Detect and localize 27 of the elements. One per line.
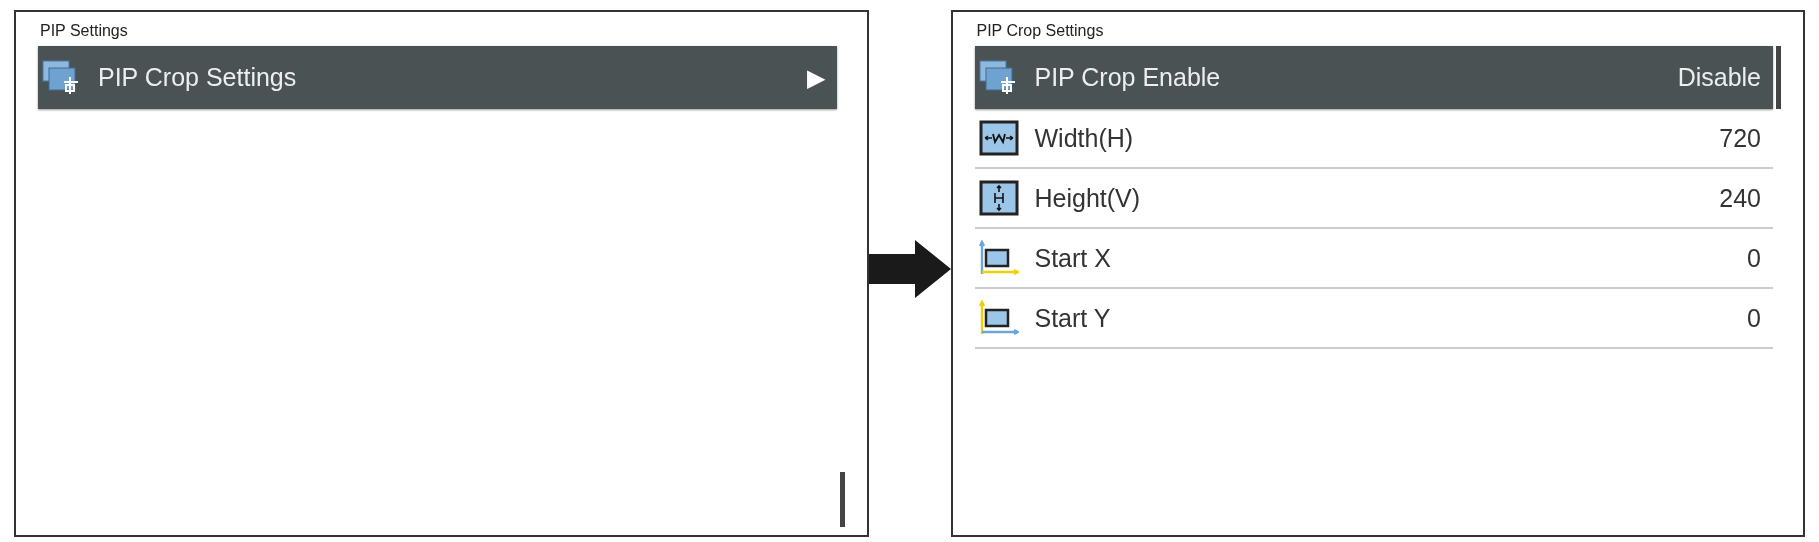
menu-item[interactable]: PIP Crop Enable Disable: [974, 46, 1773, 109]
item-label: PIP Crop Settings: [98, 63, 298, 92]
axis-icon: [978, 240, 1019, 276]
item-label: Start X: [1034, 243, 1112, 273]
item-value: 0: [1747, 243, 1761, 273]
item-label: Width(H): [1034, 123, 1135, 153]
item-value: 240: [1719, 183, 1761, 213]
menu-item[interactable]: Width(H) 720: [974, 109, 1773, 169]
menu-item[interactable]: Height(V) 240: [974, 169, 1773, 229]
item-label: Height(V): [1034, 183, 1142, 213]
screen-title: PIP Settings: [40, 22, 129, 40]
menu-item[interactable]: Start X 0: [974, 229, 1773, 289]
item-value: Disable: [1677, 63, 1761, 92]
screen-title: PIP Crop Settings: [976, 22, 1105, 40]
arrow-icon: [868, 239, 951, 298]
submenu-arrow-icon: ▶: [806, 63, 825, 92]
item-value: 720: [1719, 123, 1761, 153]
axis-icon: [978, 300, 1019, 336]
item-value: 0: [1747, 303, 1761, 333]
height-icon: [978, 180, 1019, 216]
menu-item[interactable]: Start Y 0: [974, 289, 1773, 349]
item-label: Start Y: [1034, 303, 1112, 333]
item-label: PIP Crop Enable: [1034, 63, 1222, 92]
scrollbar[interactable]: [1776, 46, 1781, 109]
scrollbar[interactable]: [839, 472, 845, 527]
width-icon: [978, 120, 1019, 156]
menu-item[interactable]: PIP Crop Settings ▶: [38, 46, 837, 109]
